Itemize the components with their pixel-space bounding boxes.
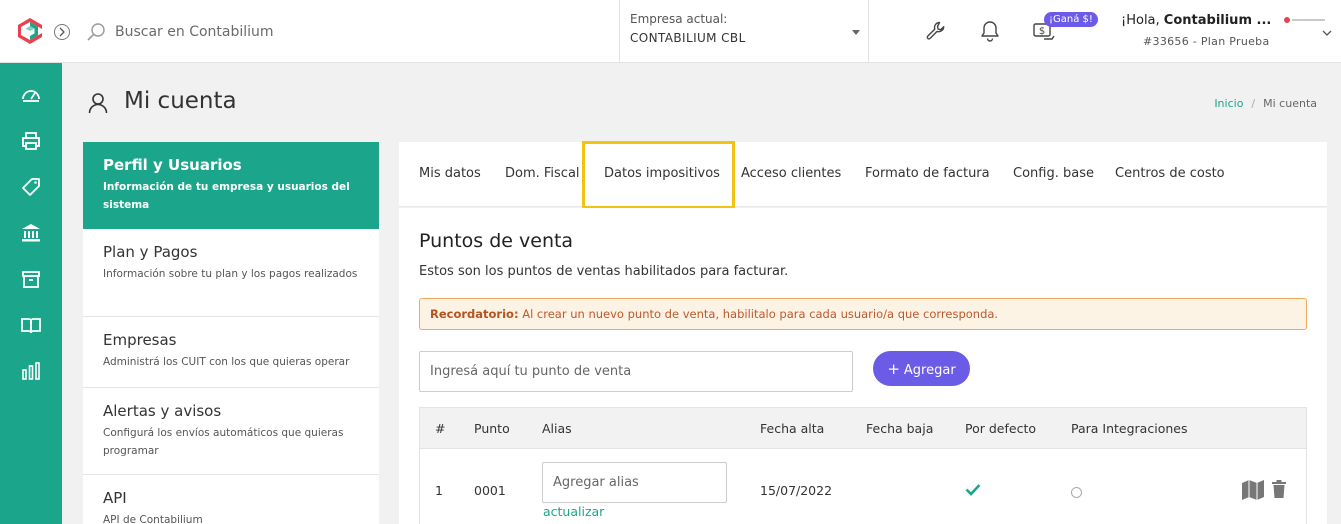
breadcrumb: Inicio / Mi cuenta <box>1214 97 1317 110</box>
account-plan: #33656 - Plan Prueba <box>1143 35 1270 48</box>
menu-item-title: Alertas y avisos <box>103 402 222 420</box>
breadcrumb-current: Mi cuenta <box>1263 97 1317 110</box>
company-selector[interactable]: Empresa actual: CONTABILIUM CBL <box>619 0 869 62</box>
svg-text:$: $ <box>1039 26 1045 37</box>
table-row: 1 0001 actualizar 15/07/2022 <box>419 449 1307 524</box>
punto-venta-input[interactable] <box>419 351 853 392</box>
tab-centros-costo[interactable]: Centros de costo <box>1115 166 1225 181</box>
plus-icon: + <box>887 359 900 378</box>
tab-config-base[interactable]: Config. base <box>1013 166 1094 181</box>
company-label: Empresa actual: <box>630 12 728 26</box>
chevron-down-icon[interactable] <box>1322 29 1332 37</box>
bell-icon[interactable] <box>980 20 1000 42</box>
menu-item-title: Empresas <box>103 331 177 349</box>
tag-icon[interactable] <box>20 176 42 198</box>
dashboard-icon[interactable] <box>20 84 42 106</box>
column-header: Para Integraciones <box>1071 421 1188 436</box>
tab-formato-factura[interactable]: Formato de factura <box>865 166 990 181</box>
sidebar-toggle-button[interactable] <box>54 24 70 40</box>
menu-item-desc: Información sobre tu plan y los pagos re… <box>103 268 358 280</box>
update-alias-link[interactable]: actualizar <box>543 504 604 519</box>
add-punto-venta-button[interactable]: + Agregar <box>873 351 970 386</box>
column-header: Fecha alta <box>760 421 825 436</box>
tab-dom-fiscal[interactable]: Dom. Fiscal <box>505 166 580 181</box>
breadcrumb-separator: / <box>1251 97 1256 110</box>
menu-item-alertas-avisos[interactable]: Alertas y avisos Configurá los envíos au… <box>83 388 379 475</box>
company-mini-logo <box>1284 17 1325 23</box>
bar-chart-icon[interactable] <box>20 360 42 382</box>
menu-item-title: API <box>103 489 127 507</box>
greeting-prefix: ¡Hola, <box>1121 13 1164 28</box>
check-icon[interactable] <box>965 483 981 496</box>
row-number: 1 <box>435 483 443 498</box>
integration-radio[interactable] <box>1071 487 1082 498</box>
column-header: Por defecto <box>965 421 1036 436</box>
add-button-label: Agregar <box>903 362 956 378</box>
page-title: Mi cuenta <box>124 88 237 114</box>
alias-input[interactable] <box>542 462 727 503</box>
menu-item-api[interactable]: API API de Contabilium <box>83 475 379 524</box>
menu-item-desc: Información de tu empresa y usuarios del… <box>103 181 350 211</box>
menu-item-title: Perfil y Usuarios <box>103 156 242 174</box>
row-punto: 0001 <box>474 483 506 498</box>
user-icon <box>88 93 108 114</box>
wrench-icon[interactable] <box>925 20 947 42</box>
column-header: Alias <box>542 421 572 436</box>
printer-icon[interactable] <box>20 130 42 152</box>
caret-down-icon <box>852 30 860 35</box>
puntos-venta-table: # Punto Alias Fecha alta Fecha baja Por … <box>419 407 1307 524</box>
contabilium-logo[interactable] <box>16 17 44 45</box>
left-nav <box>0 63 62 524</box>
menu-item-empresas[interactable]: Empresas Administrá los CUIT con los que… <box>83 317 379 388</box>
table-header: # Punto Alias Fecha alta Fecha baja Por … <box>419 407 1307 449</box>
bank-icon[interactable] <box>20 222 42 244</box>
menu-item-perfil-usuarios[interactable]: Perfil y Usuarios Información de tu empr… <box>83 142 379 229</box>
book-icon[interactable] <box>20 314 42 336</box>
section-subtitle: Estos son los puntos de ventas habilitad… <box>419 264 789 279</box>
tab-mis-datos[interactable]: Mis datos <box>419 166 481 181</box>
reminder-alert: Recordatorio: Al crear un nuevo punto de… <box>419 298 1307 330</box>
menu-item-plan-pagos[interactable]: Plan y Pagos Información sobre tu plan y… <box>83 229 379 317</box>
menu-item-desc: Administrá los CUIT con los que quieras … <box>103 356 350 368</box>
row-fecha-alta: 15/07/2022 <box>760 483 833 498</box>
menu-item-desc: Configurá los envíos automáticos que qui… <box>103 427 344 457</box>
search-input[interactable] <box>115 21 595 43</box>
menu-item-title: Plan y Pagos <box>103 243 198 261</box>
column-header: Punto <box>474 421 510 436</box>
search-icon <box>87 23 105 41</box>
section-title: Puntos de venta <box>419 230 574 252</box>
column-header: # <box>435 421 446 436</box>
breadcrumb-home-link[interactable]: Inicio <box>1214 97 1243 110</box>
user-name: Contabilium ... <box>1163 13 1272 28</box>
alert-label: Recordatorio: <box>430 307 519 321</box>
top-bar: Empresa actual: CONTABILIUM CBL $ ¡Ganá … <box>0 0 1341 63</box>
puntos-venta-panel: Puntos de venta Estos son los puntos de … <box>399 208 1327 524</box>
tab-highlight-box <box>582 141 735 209</box>
column-header: Fecha baja <box>866 421 934 436</box>
menu-item-desc: API de Contabilium <box>103 514 203 524</box>
settings-menu: Perfil y Usuarios Información de tu empr… <box>83 142 379 524</box>
tab-bar: Mis datos Dom. Fiscal Datos impositivos … <box>399 142 1327 207</box>
box-icon[interactable] <box>20 268 42 290</box>
map-icon[interactable] <box>1241 479 1265 501</box>
tab-acceso-clientes[interactable]: Acceso clientes <box>741 166 841 181</box>
user-greeting[interactable]: ¡Hola, Contabilium ... <box>1121 13 1271 28</box>
promo-badge[interactable]: ¡Ganá $! <box>1044 12 1098 27</box>
alert-text: Al crear un nuevo punto de venta, habili… <box>518 307 999 321</box>
company-name: CONTABILIUM CBL <box>630 31 746 45</box>
trash-icon[interactable] <box>1271 479 1287 499</box>
